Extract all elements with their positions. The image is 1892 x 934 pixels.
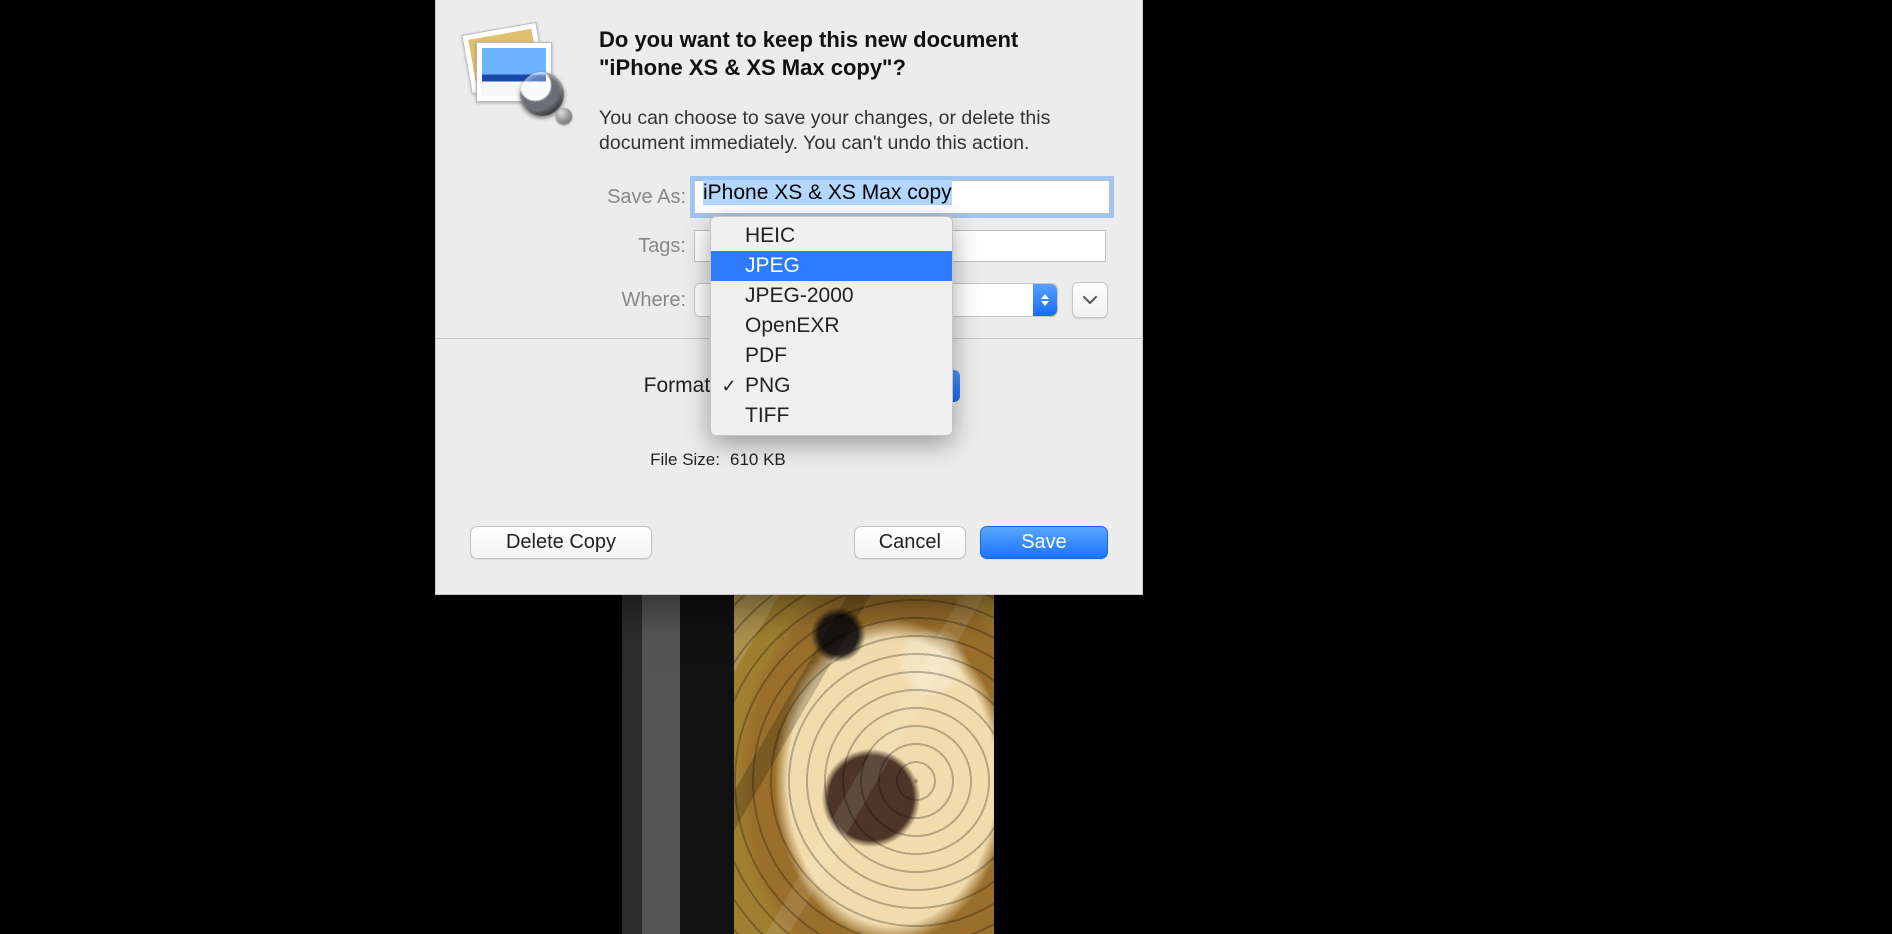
save-as-value: iPhone XS & XS Max copy bbox=[703, 180, 952, 205]
format-option-tiff[interactable]: TIFF bbox=[711, 401, 952, 431]
dialog-message: You can choose to save your changes, or … bbox=[599, 106, 1108, 156]
save-as-input[interactable]: iPhone XS & XS Max copy bbox=[694, 180, 1110, 214]
button-bar: Delete Copy Cancel Save bbox=[436, 526, 1142, 559]
format-option-jpeg[interactable]: JPEG bbox=[711, 251, 952, 281]
updown-icon bbox=[1033, 284, 1057, 316]
preview-app-icon bbox=[464, 28, 574, 126]
background-iphone-image bbox=[584, 594, 994, 934]
dialog-heading: Do you want to keep this new document "i… bbox=[599, 26, 1108, 82]
chevron-down-icon bbox=[1083, 295, 1097, 305]
save-dialog-sheet: Do you want to keep this new document "i… bbox=[435, 0, 1143, 595]
format-option-png[interactable]: ✓ PNG bbox=[711, 371, 952, 401]
delete-copy-button[interactable]: Delete Copy bbox=[470, 526, 652, 559]
save-as-row: Save As: iPhone XS & XS Max copy bbox=[436, 180, 1142, 214]
expand-save-panel-button[interactable] bbox=[1072, 282, 1108, 318]
check-icon: ✓ bbox=[721, 376, 737, 397]
format-option-heic[interactable]: HEIC bbox=[711, 221, 952, 251]
file-size-row: File Size: 610 KB bbox=[436, 450, 1142, 470]
format-label: Format: bbox=[436, 374, 724, 398]
format-option-label: HEIC bbox=[745, 224, 795, 248]
format-dropdown-menu[interactable]: HEIC JPEG JPEG-2000 OpenEXR PDF ✓ PNG TIFF bbox=[710, 216, 953, 436]
format-option-openexr[interactable]: OpenEXR bbox=[711, 311, 952, 341]
file-size-label: File Size: bbox=[436, 450, 730, 470]
format-option-label: TIFF bbox=[745, 404, 789, 428]
where-label: Where: bbox=[436, 289, 694, 312]
file-size-value: 610 KB bbox=[730, 450, 786, 470]
format-option-pdf[interactable]: PDF bbox=[711, 341, 952, 371]
save-as-label: Save As: bbox=[436, 186, 694, 209]
format-option-jpeg-2000[interactable]: JPEG-2000 bbox=[711, 281, 952, 311]
format-option-label: PDF bbox=[745, 344, 787, 368]
format-option-label: PNG bbox=[745, 374, 791, 398]
cancel-button[interactable]: Cancel bbox=[854, 526, 966, 559]
tags-label: Tags: bbox=[436, 235, 694, 258]
save-button[interactable]: Save bbox=[980, 526, 1108, 559]
format-option-label: OpenEXR bbox=[745, 314, 840, 338]
format-option-label: JPEG-2000 bbox=[745, 284, 854, 308]
format-option-label: JPEG bbox=[745, 254, 800, 278]
